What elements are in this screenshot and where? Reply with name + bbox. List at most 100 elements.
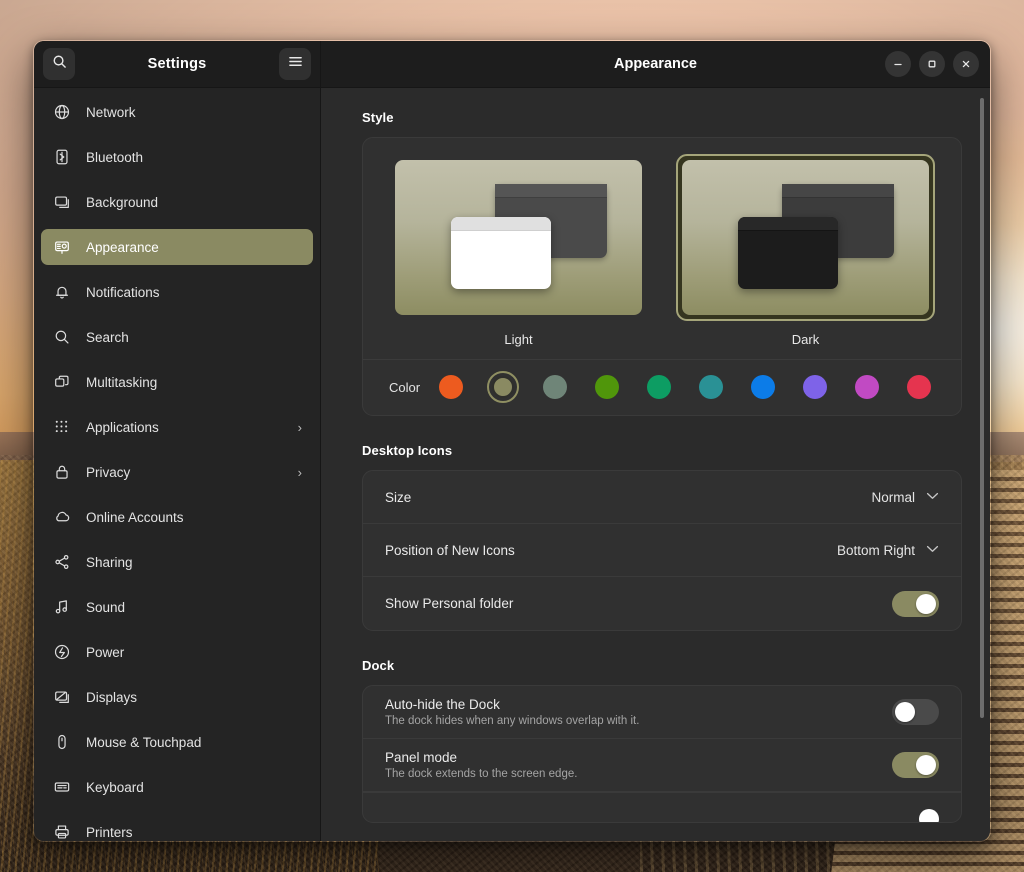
- setting-row-title: Panel mode: [385, 750, 458, 765]
- style-option-light[interactable]: Light: [389, 154, 648, 359]
- preview-window-front: [451, 217, 551, 289]
- sidebar-item-sound[interactable]: Sound: [41, 589, 313, 625]
- keyboard-icon: [52, 777, 72, 797]
- sidebar-item-label: Notifications: [86, 284, 160, 300]
- sidebar-item-label: Power: [86, 644, 125, 660]
- setting-row-description: The dock hides when any windows overlap …: [385, 715, 640, 727]
- music-note-icon: [52, 597, 72, 617]
- sidebar-item-label: Multitasking: [86, 374, 158, 390]
- hamburger-menu-icon: [288, 55, 303, 73]
- monitor-icon: [52, 192, 72, 212]
- accent-swatch-purple[interactable]: [799, 371, 831, 403]
- dock-card: Auto-hide the Dock The dock hides when an…: [362, 685, 962, 823]
- toggle-knob: [916, 755, 936, 775]
- accent-color-swatches: [435, 371, 935, 403]
- style-heading: Style: [362, 110, 394, 125]
- accent-swatch-dot: [907, 375, 931, 399]
- style-preview-frame-dark: [676, 154, 935, 321]
- setting-row-partially-visible[interactable]: [363, 792, 961, 822]
- setting-row-show-personal-folder[interactable]: Show Personal folder: [363, 577, 961, 630]
- desktop-icons-card: Size Normal Position of New Icons Bottom Ri…: [362, 470, 962, 631]
- sidebar-item-displays[interactable]: Displays: [41, 679, 313, 715]
- search-icon: [52, 54, 67, 74]
- accent-swatch-green[interactable]: [591, 371, 623, 403]
- sidebar-nav-list: Network Bluetooth Background Appearance Noti…: [34, 88, 320, 841]
- sidebar-item-network[interactable]: Network: [41, 94, 313, 130]
- maximize-button[interactable]: [919, 51, 945, 77]
- sidebar-item-label: Mouse & Touchpad: [86, 734, 202, 750]
- accent-swatch-dot: [543, 375, 567, 399]
- sidebar: Settings Network Bluetooth Background Appea…: [34, 41, 321, 841]
- setting-row-auto-hide-the-dock[interactable]: Auto-hide the Dock The dock hides when an…: [363, 686, 961, 739]
- accent-swatch-teal[interactable]: [695, 371, 727, 403]
- accent-swatch-orange[interactable]: [435, 371, 467, 403]
- chevron-right-icon: ›: [297, 464, 302, 480]
- setting-row-toggle[interactable]: [892, 752, 939, 778]
- sidebar-item-label: Printers: [86, 824, 133, 840]
- setting-row-title: Show Personal folder: [385, 596, 514, 611]
- sidebar-item-search[interactable]: Search: [41, 319, 313, 355]
- close-button[interactable]: [953, 51, 979, 77]
- close-icon: [962, 60, 970, 68]
- accent-swatch-dot: [595, 375, 619, 399]
- setting-row-position-of-new-icons[interactable]: Position of New Icons Bottom Right: [363, 524, 961, 577]
- sidebar-item-appearance[interactable]: Appearance: [41, 229, 313, 265]
- setting-row-panel-mode[interactable]: Panel mode The dock extends to the screen…: [363, 739, 961, 792]
- style-section: Style Light Dark Color: [362, 110, 962, 416]
- sidebar-item-applications[interactable]: Applications ›: [41, 409, 313, 445]
- accent-swatch-emerald[interactable]: [643, 371, 675, 403]
- accent-swatch-dot: [647, 375, 671, 399]
- sidebar-title: Settings: [147, 56, 207, 72]
- content-scrollbar[interactable]: [980, 98, 984, 718]
- printer-icon: [52, 822, 72, 841]
- sidebar-item-label: Sound: [86, 599, 126, 615]
- sidebar-item-label: Displays: [86, 689, 138, 705]
- chevron-down-icon[interactable]: [926, 492, 939, 503]
- accent-swatch-sage[interactable]: [539, 371, 571, 403]
- style-label-dark: Dark: [791, 332, 820, 347]
- chevron-right-icon: ›: [297, 419, 302, 435]
- setting-row-size[interactable]: Size Normal: [363, 471, 961, 524]
- sidebar-item-keyboard[interactable]: Keyboard: [41, 769, 313, 805]
- sidebar-item-printers[interactable]: Printers: [41, 814, 313, 841]
- accent-color-label: Color: [389, 379, 421, 395]
- accent-swatch-dot: [492, 376, 514, 398]
- sidebar-item-sharing[interactable]: Sharing: [41, 544, 313, 580]
- accent-swatch-dot: [439, 375, 463, 399]
- sidebar-item-power[interactable]: Power: [41, 634, 313, 670]
- toggle-knob: [895, 702, 915, 722]
- sidebar-item-online-accounts[interactable]: Online Accounts: [41, 499, 313, 535]
- setting-row-toggle[interactable]: [892, 699, 939, 725]
- toggle-knob: [916, 593, 936, 614]
- sidebar-item-label: Online Accounts: [86, 509, 184, 525]
- sidebar-item-label: Appearance: [86, 239, 159, 255]
- minimize-button[interactable]: [885, 51, 911, 77]
- settings-content: Style Light Dark Color Desktop Icons Siz…: [321, 88, 990, 841]
- accent-swatch-magenta[interactable]: [851, 371, 883, 403]
- main-menu-button[interactable]: [279, 48, 311, 80]
- sidebar-item-multitasking[interactable]: Multitasking: [41, 364, 313, 400]
- grid-dots-icon: [52, 417, 72, 437]
- setting-row-texts: Size: [385, 480, 871, 515]
- style-label-light: Light: [504, 332, 533, 347]
- sidebar-item-mouse-touchpad[interactable]: Mouse & Touchpad: [41, 724, 313, 760]
- accent-swatch-dot: [699, 375, 723, 399]
- chevron-down-icon[interactable]: [926, 545, 939, 556]
- style-preview-dark: [682, 160, 929, 315]
- sidebar-item-label: Applications: [86, 419, 159, 435]
- sidebar-item-label: Privacy: [86, 464, 131, 480]
- windows-icon: [52, 372, 72, 392]
- sidebar-item-privacy[interactable]: Privacy ›: [41, 454, 313, 490]
- sidebar-item-bluetooth[interactable]: Bluetooth: [41, 139, 313, 175]
- accent-swatch-red[interactable]: [903, 371, 935, 403]
- globe-icon: [52, 102, 72, 122]
- search-button[interactable]: [43, 48, 75, 80]
- sidebar-item-background[interactable]: Background: [41, 184, 313, 220]
- accent-swatch-dot: [803, 375, 827, 399]
- accent-swatch-olive[interactable]: [487, 371, 519, 403]
- accent-swatch-blue[interactable]: [747, 371, 779, 403]
- style-option-dark[interactable]: Dark: [676, 154, 935, 359]
- bluetooth-icon: [52, 147, 72, 167]
- sidebar-item-notifications[interactable]: Notifications: [41, 274, 313, 310]
- setting-row-toggle[interactable]: [892, 590, 939, 617]
